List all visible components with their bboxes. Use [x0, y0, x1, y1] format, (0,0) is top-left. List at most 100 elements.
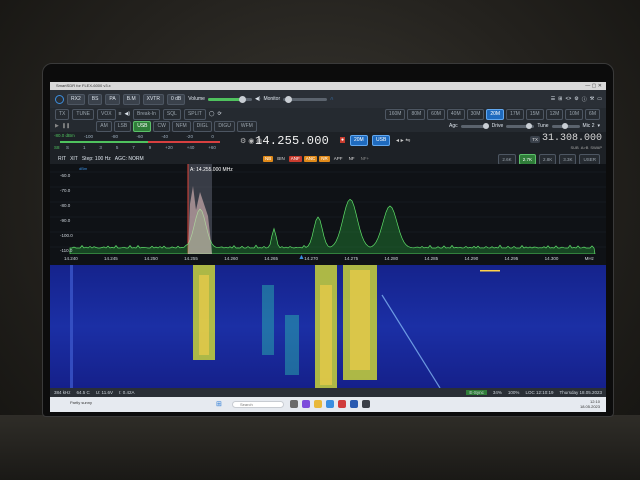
- rit-button[interactable]: RIT: [58, 156, 66, 162]
- nb-button[interactable]: NB: [263, 156, 274, 162]
- mode-button[interactable]: DIGU: [214, 120, 235, 132]
- slice-marker-icon[interactable]: ▲: [298, 254, 305, 261]
- pause-icon[interactable]: ❚❚: [62, 123, 70, 129]
- bm-button[interactable]: B.M: [122, 93, 140, 105]
- speaker-icon[interactable]: ◀): [255, 96, 261, 102]
- tune-button[interactable]: TUNE: [72, 108, 95, 120]
- vox-button[interactable]: VOX: [97, 108, 116, 120]
- layout-icon[interactable]: ⊞: [558, 96, 562, 102]
- nf-button[interactable]: NF: [347, 156, 357, 162]
- vfo-a-arrows[interactable]: ◂ ▸ ⇋: [396, 137, 410, 144]
- current-status: I: 0.42A: [118, 390, 135, 395]
- gear-icon[interactable]: ⚙: [574, 96, 578, 102]
- info-icon[interactable]: ⓘ: [582, 96, 587, 103]
- mode-button[interactable]: LSB: [113, 120, 132, 132]
- taskbar-clock[interactable]: 12:10 18.05.2023: [580, 399, 600, 409]
- speaker-small-icon[interactable]: ◀): [125, 111, 131, 117]
- mode-button[interactable]: DIGL: [192, 120, 213, 132]
- band-button[interactable]: 17M: [506, 108, 524, 120]
- panadapter[interactable]: -60.0 -70.0 -80.0 -90.0 -100.0 -110.0 dBm A: …: [50, 164, 606, 255]
- chrome-icon[interactable]: [338, 400, 346, 408]
- monitor-slider[interactable]: [283, 95, 328, 103]
- xvtr-button[interactable]: XVTR: [142, 93, 164, 105]
- bin-button[interactable]: BIN: [275, 156, 287, 162]
- swap-button[interactable]: SWAP: [590, 145, 602, 150]
- band-button[interactable]: 6M: [585, 108, 600, 120]
- vfo-b-frequency[interactable]: 31.308.000: [542, 133, 602, 144]
- band-button[interactable]: 15M: [525, 108, 544, 120]
- teams-icon[interactable]: [302, 400, 310, 408]
- volume-slider[interactable]: [207, 95, 252, 103]
- filter-button[interactable]: 2.6K: [498, 153, 516, 165]
- play-icon[interactable]: ▶: [55, 123, 59, 129]
- nfplus-button[interactable]: NF+: [359, 156, 372, 162]
- expand-icon[interactable]: <>: [565, 96, 571, 102]
- start-icon[interactable]: ⊞: [216, 400, 222, 408]
- split-button[interactable]: SPLIT: [183, 108, 206, 120]
- apf-button[interactable]: APF: [332, 156, 345, 162]
- breakin-button[interactable]: Break-In: [133, 108, 160, 120]
- tx-button[interactable]: TX: [55, 108, 70, 120]
- waterfall[interactable]: [50, 265, 606, 388]
- explorer-icon[interactable]: [314, 400, 322, 408]
- sub-button[interactable]: SUB: [570, 145, 578, 150]
- mic-dropdown-icon[interactable]: ▾: [597, 123, 600, 129]
- smeter-tick: -40: [161, 134, 168, 139]
- vfo-a-mode[interactable]: USB: [372, 135, 391, 146]
- drive-slider[interactable]: [506, 122, 535, 129]
- bs-button[interactable]: BS: [87, 93, 103, 105]
- circle-icon[interactable]: ◯: [209, 111, 215, 117]
- power-icon[interactable]: [55, 94, 64, 104]
- filter-button[interactable]: 2.7K: [518, 153, 536, 165]
- agc-slider[interactable]: [460, 122, 489, 129]
- wrench-icon[interactable]: ⚒: [590, 96, 594, 102]
- band-button[interactable]: 160M: [384, 108, 406, 120]
- sql-button[interactable]: SQL: [162, 108, 181, 120]
- mode-button[interactable]: WFM: [236, 120, 257, 132]
- filter-button[interactable]: 3.3K: [559, 153, 577, 165]
- refresh-icon[interactable]: ⟳: [217, 111, 221, 117]
- band-button[interactable]: 12M: [545, 108, 564, 120]
- ab-button[interactable]: A>B: [581, 145, 589, 150]
- anf-button[interactable]: ANF: [288, 156, 302, 162]
- agc-mode-label[interactable]: AGC: NORM: [115, 156, 144, 162]
- edge-icon[interactable]: [326, 400, 334, 408]
- band-button[interactable]: 60M: [427, 108, 445, 120]
- filter-button[interactable]: 2.8K: [538, 153, 557, 165]
- frequency-tick: 14.270: [304, 256, 319, 261]
- band-button[interactable]: 20M: [486, 108, 505, 120]
- filter-button[interactable]: USER: [579, 153, 600, 165]
- xit-button[interactable]: XIT: [70, 156, 78, 162]
- vfo-a-band[interactable]: 20M: [350, 135, 368, 146]
- store-icon[interactable]: [350, 400, 358, 408]
- tune-slider[interactable]: [551, 122, 580, 129]
- windows-taskbar: Partly sunny ⊞ Search 12:10 18.05.2023: [50, 397, 606, 412]
- window-controls[interactable]: — ▢ ✕: [585, 82, 602, 90]
- weather-widget[interactable]: Partly sunny: [70, 400, 92, 405]
- step-label[interactable]: Step: 100 Hz: [82, 156, 111, 162]
- rx2-button[interactable]: RX2: [67, 93, 85, 105]
- band-button[interactable]: 30M: [466, 108, 485, 120]
- taskview-icon[interactable]: [290, 400, 298, 408]
- vfo-a-frequency[interactable]: 14.255.000: [255, 134, 329, 148]
- taskbar-search[interactable]: Search: [232, 401, 284, 408]
- menu-icon[interactable]: ☰: [551, 96, 555, 102]
- nr-button[interactable]: NR: [319, 156, 330, 162]
- frequency-tick: 14.255: [184, 256, 198, 261]
- attenuator-button[interactable]: 0 dB: [166, 93, 186, 105]
- mode-button[interactable]: CW: [153, 120, 170, 132]
- band-button[interactable]: 40M: [446, 108, 465, 120]
- mode-button[interactable]: AM: [96, 120, 112, 132]
- headphones-icon[interactable]: ∩: [330, 96, 334, 102]
- mode-button[interactable]: NFM: [171, 120, 191, 132]
- sliders-icon[interactable]: ≡: [119, 111, 122, 117]
- mode-button[interactable]: USB: [133, 120, 152, 132]
- smartsdr-icon[interactable]: [362, 400, 370, 408]
- pa-button[interactable]: PA: [105, 93, 120, 105]
- band-button[interactable]: 80M: [407, 108, 426, 120]
- anc-button[interactable]: ANC: [303, 156, 318, 162]
- vfo-b-tx[interactable]: TX: [530, 136, 540, 143]
- band-button[interactable]: 10M: [565, 108, 584, 120]
- frequency-tick: 14.280: [384, 256, 399, 261]
- frequency-ticks: 14.240 14.245 14.250 14.255 14.260 14.265 14.2…: [64, 256, 594, 261]
